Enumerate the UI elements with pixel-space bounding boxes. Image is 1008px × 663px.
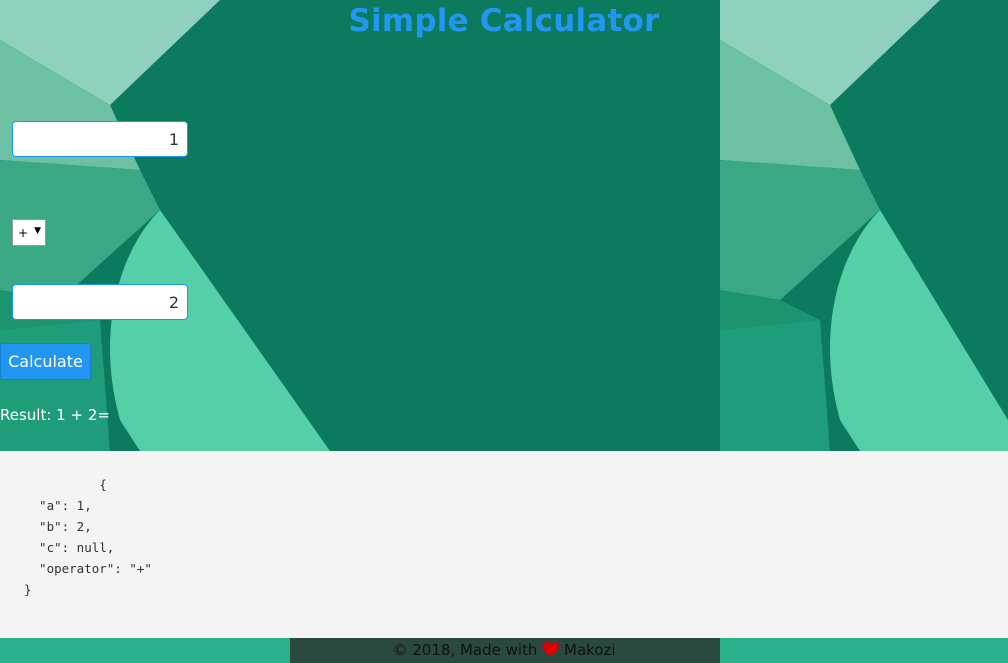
dropdown-arrow-icon: ▼ — [34, 226, 41, 236]
json-output: { "a": 1, "b": 2, "c": null, "operator":… — [24, 477, 152, 597]
footer-text: © 2018, Made with Makozi — [0, 641, 1008, 661]
second-number-input[interactable] — [12, 284, 188, 320]
calculate-button[interactable]: Calculate — [0, 343, 91, 380]
operator-select[interactable]: + ▼ — [12, 219, 46, 246]
first-number-input[interactable] — [12, 121, 188, 157]
result-text: Result: 1 + 2= — [0, 406, 110, 424]
heart-icon — [542, 642, 559, 661]
footer-copyright: © 2018, Made with — [392, 641, 538, 659]
footer-author: Makozi — [564, 641, 616, 659]
json-output-panel: { "a": 1, "b": 2, "c": null, "operator":… — [0, 451, 1008, 638]
page-title: Simple Calculator — [348, 3, 660, 39]
operator-selected-value: + — [18, 225, 29, 240]
footer: © 2018, Made with Makozi — [0, 638, 1008, 663]
